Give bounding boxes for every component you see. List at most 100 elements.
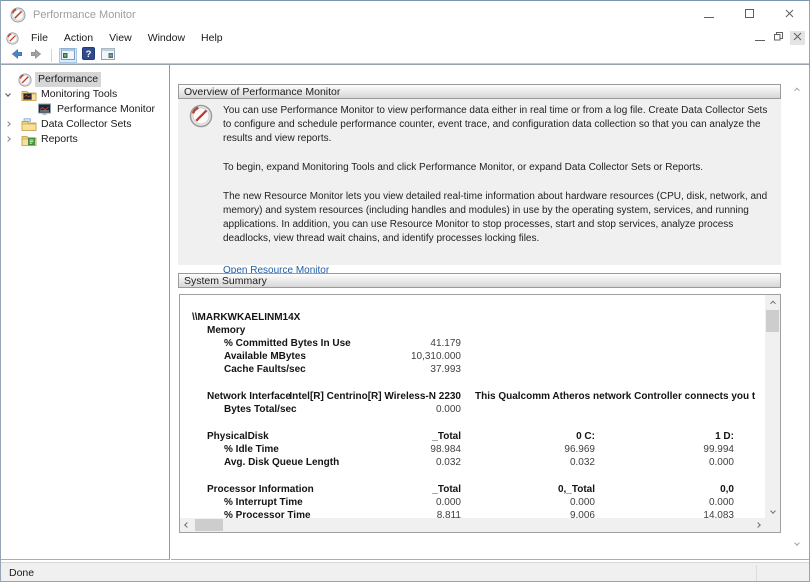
table-section-gap <box>180 469 765 483</box>
instance-header: 1 D: <box>715 431 734 442</box>
counter-name: % Processor Time <box>224 510 311 518</box>
counter-value: 8.811 <box>436 510 461 518</box>
counter-name: % Committed Bytes In Use <box>224 338 351 349</box>
monitoring-tools-icon <box>21 88 37 101</box>
overview-paragraph: To begin, expand Monitoring Tools and cl… <box>223 162 704 173</box>
maximize-button[interactable] <box>729 1 769 29</box>
help-icon: ? <box>81 47 95 63</box>
counter-name: Processor Information <box>207 484 314 495</box>
table-row: PhysicalDisk _Total 0 C: 1 D: <box>180 430 765 443</box>
overview-body: You can use Performance Monitor to view … <box>178 99 781 276</box>
child-close-button[interactable] <box>790 31 805 45</box>
tree-item-performance[interactable]: Performance <box>1 72 169 87</box>
details-pane-scrollbar[interactable] <box>789 82 804 550</box>
menu-item-view[interactable]: View <box>101 29 140 47</box>
child-restore-button[interactable] <box>771 31 786 45</box>
child-minimize-button[interactable] <box>752 31 767 45</box>
forward-icon <box>29 47 44 64</box>
table-row: Cache Faults/sec 37.993 <box>180 363 765 376</box>
counter-value: 0.000 <box>435 404 461 415</box>
system-summary-header-label: System Summary <box>184 275 267 287</box>
scroll-down-icon[interactable] <box>765 504 780 518</box>
performance-monitor-window: Performance Monitor File Action View Window… <box>0 0 810 582</box>
menu-item-action[interactable]: Action <box>56 29 101 47</box>
menu-item-help[interactable]: Help <box>193 29 231 47</box>
counter-name: PhysicalDisk <box>207 431 269 442</box>
scroll-left-icon[interactable] <box>180 518 194 532</box>
perfmon-app-icon <box>10 7 26 23</box>
tree-item-monitoring-tools[interactable]: Monitoring Tools <box>1 87 169 102</box>
system-summary-section-header: System Summary <box>178 273 781 288</box>
counter-name: Available MBytes <box>224 351 306 362</box>
help-button[interactable]: ? <box>79 47 97 63</box>
chevron-down-icon[interactable] <box>5 91 11 97</box>
scroll-up-icon[interactable] <box>765 295 780 309</box>
performance-monitor-icon <box>37 103 53 116</box>
title-bar: Performance Monitor <box>1 1 809 29</box>
svg-text:?: ? <box>85 49 91 60</box>
window-title: Performance Monitor <box>33 9 136 21</box>
instance-header: _Total <box>432 431 461 442</box>
menu-item-window[interactable]: Window <box>140 29 193 47</box>
table-row: Bytes Total/sec 0.000 <box>180 403 765 416</box>
vertical-scroll-thumb[interactable] <box>766 310 779 332</box>
table-section-gap <box>180 376 765 390</box>
counter-value: 98.984 <box>430 444 461 455</box>
minimize-button[interactable] <box>689 1 729 29</box>
back-button[interactable] <box>7 48 25 63</box>
pane-scroll-down-icon[interactable] <box>789 536 804 550</box>
toolbar: ? <box>1 47 809 64</box>
tree-item-performance-monitor[interactable]: Performance Monitor <box>1 102 169 117</box>
close-button[interactable] <box>769 1 809 29</box>
child-window-controls <box>752 29 805 47</box>
tree-item-label: Performance Monitor <box>57 103 156 115</box>
tree-item-data-collector-sets[interactable]: Data Collector Sets <box>1 117 169 132</box>
counter-name: \\MARKWKAELINM14X <box>192 312 301 323</box>
table-row: % Idle Time 98.984 96.969 99.994 <box>180 443 765 456</box>
horizontal-scroll-thumb[interactable] <box>195 519 223 531</box>
counter-name: Network Interface <box>207 391 291 402</box>
instance-header: 0,0 <box>720 484 734 495</box>
chevron-right-icon[interactable] <box>5 136 11 142</box>
table-row: Processor Information _Total 0,_Total 0,0 <box>180 483 765 496</box>
close-icon <box>793 32 802 44</box>
overview-paragraph: The new Resource Monitor lets you view d… <box>223 191 768 244</box>
show-console-tree-button[interactable] <box>59 47 77 63</box>
table-padding <box>180 295 765 311</box>
console-window-icon <box>6 31 19 45</box>
counter-value: 0.000 <box>708 457 734 468</box>
perfmon-icon <box>18 73 34 87</box>
show-action-pane-button[interactable] <box>99 47 117 63</box>
table-horizontal-scrollbar[interactable] <box>180 518 765 532</box>
instance-header: Intel[R] Centrino[R] Wireless-N 2230 <box>289 391 461 402</box>
table-row: Available MBytes 10,310.000 <box>180 350 765 363</box>
tree-item-reports[interactable]: Reports <box>1 132 169 147</box>
table-row: % Interrupt Time 0.000 0.000 0.000 <box>180 496 765 509</box>
tree-item-label: Monitoring Tools <box>41 88 118 100</box>
menu-item-file[interactable]: File <box>23 29 56 47</box>
table-section-gap <box>180 416 765 430</box>
system-summary-table: \\MARKWKAELINM14X Memory% Committed Bytes… <box>179 294 781 533</box>
console-tree-pane: Performance Monitoring Tools Performance… <box>1 65 170 560</box>
overview-section-header: Overview of Performance Monitor <box>178 84 781 99</box>
minimize-icon <box>754 33 765 44</box>
counter-name: Bytes Total/sec <box>224 404 297 415</box>
toolbar-separator <box>51 48 52 62</box>
restore-icon <box>774 32 783 44</box>
table-vertical-scrollbar[interactable] <box>765 295 780 518</box>
counter-value: 0.032 <box>569 457 595 468</box>
counter-value: 10,310.000 <box>410 351 461 362</box>
chevron-right-icon[interactable] <box>5 121 11 127</box>
scroll-right-icon[interactable] <box>751 518 765 532</box>
table-row: Network Interface Intel[R] Centrino[R] Wi… <box>180 390 765 403</box>
counter-value: 96.969 <box>564 444 595 455</box>
forward-button[interactable] <box>27 48 45 63</box>
pane-scroll-up-icon[interactable] <box>789 82 804 96</box>
table-row: % Committed Bytes In Use 41.179 <box>180 337 765 350</box>
window-controls <box>689 1 809 29</box>
details-pane: Overview of Performance Monitor You can … <box>171 65 809 560</box>
menu-bar: File Action View Window Help <box>1 29 809 47</box>
close-icon <box>785 9 794 21</box>
minimize-icon <box>704 10 714 21</box>
table-row: % Processor Time 8.811 9.006 14.083 <box>180 509 765 518</box>
